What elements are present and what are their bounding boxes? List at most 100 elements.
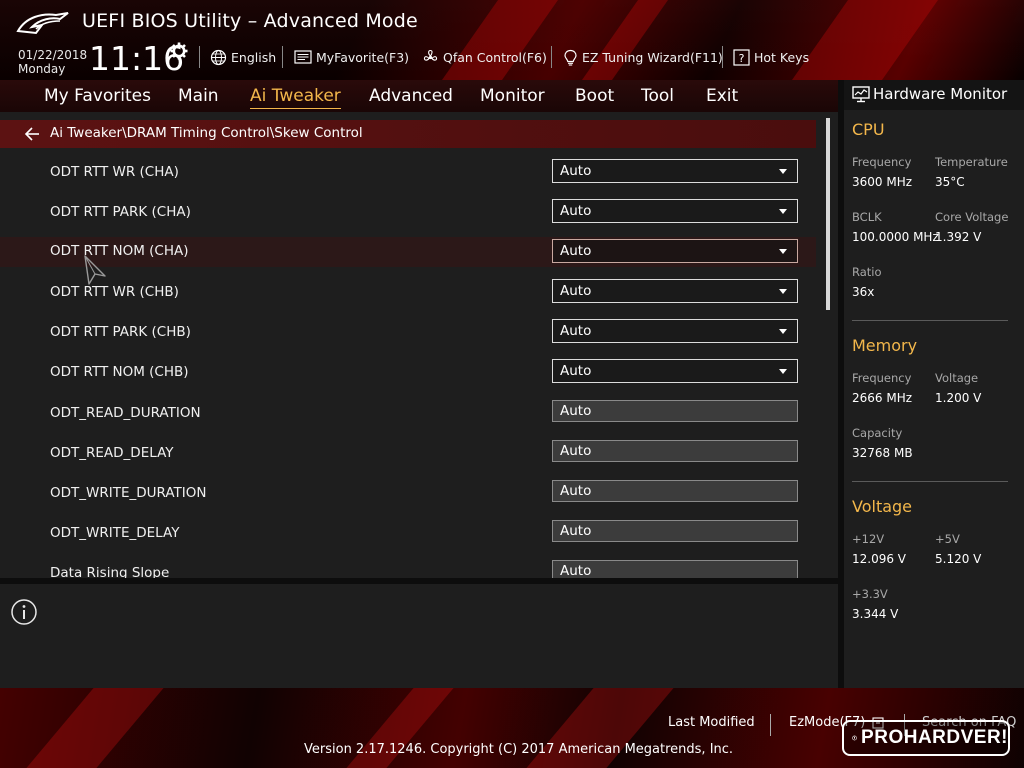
power-logo-icon (852, 735, 857, 741)
cpu-temperature-value: 35°C (935, 175, 965, 189)
setting-label: ODT_WRITE_DURATION (50, 485, 207, 501)
monitor-icon (852, 86, 870, 103)
hot-keys-label: Hot Keys (754, 49, 810, 65)
memory-frequency-label: Frequency (852, 371, 912, 385)
setting-label: ODT_WRITE_DELAY (50, 525, 180, 541)
core-voltage-label: Core Voltage (935, 210, 1009, 224)
setting-row-odt-read-duration[interactable]: ODT_READ_DURATION Auto (0, 399, 816, 429)
globe-icon (210, 49, 227, 65)
ez-tuning-wizard-button[interactable]: EZ Tuning Wizard(F11) (563, 48, 723, 66)
input-value: Auto (560, 523, 592, 539)
setting-label: ODT RTT WR (CHB) (50, 284, 179, 300)
header-separator (282, 46, 283, 68)
setting-input[interactable]: Auto (552, 520, 798, 542)
header-separator (551, 46, 552, 68)
setting-label: ODT_READ_DELAY (50, 445, 174, 461)
input-value: Auto (560, 563, 592, 578)
setting-row-odt-rtt-wr-cha[interactable]: ODT RTT WR (CHA) Auto (0, 158, 816, 188)
tab-my-favorites[interactable]: My Favorites (44, 85, 151, 109)
setting-label: ODT RTT NOM (CHB) (50, 364, 189, 380)
chevron-down-icon (779, 169, 787, 174)
ratio-label: Ratio (852, 265, 882, 279)
setting-dropdown[interactable]: Auto (552, 159, 798, 183)
fan-icon (423, 49, 438, 61)
setting-label: ODT RTT PARK (CHB) (50, 324, 191, 340)
section-divider (852, 320, 1008, 321)
setting-row-odt-rtt-park-chb[interactable]: ODT RTT PARK (CHB) Auto (0, 318, 816, 348)
section-divider (852, 481, 1008, 482)
decor-stripe (434, 0, 566, 80)
myfavorite-label: MyFavorite(F3) (316, 49, 410, 65)
cpu-frequency-value: 3600 MHz (852, 175, 913, 189)
qfan-control-button[interactable]: Qfan Control(F6) (422, 48, 547, 66)
back-arrow-icon[interactable] (24, 127, 40, 141)
setting-row-odt-rtt-nom-cha[interactable]: ODT RTT NOM (CHA) Auto (0, 237, 816, 267)
settings-panel: Ai Tweaker\DRAM Timing Control\Skew Cont… (0, 112, 838, 578)
bclk-label: BCLK (852, 210, 882, 224)
setting-dropdown[interactable]: Auto (552, 319, 798, 343)
ratio-value: 36x (852, 285, 875, 299)
setting-label: ODT RTT PARK (CHA) (50, 204, 191, 220)
setting-row-odt-write-delay[interactable]: ODT_WRITE_DELAY Auto (0, 519, 816, 549)
language-button[interactable]: English (210, 48, 276, 66)
v12-label: +12V (852, 532, 885, 546)
hardware-monitor-panel: Hardware Monitor CPU Frequency 3600 MHz … (844, 80, 1024, 688)
tab-exit[interactable]: Exit (706, 85, 738, 109)
v5-value: 5.120 V (935, 552, 982, 566)
setting-label: Data Rising Slope (50, 565, 170, 578)
setting-dropdown[interactable]: Auto (552, 199, 798, 223)
input-value: Auto (560, 403, 592, 419)
memory-voltage-value: 1.200 V (935, 391, 982, 405)
hot-keys-button[interactable]: ? Hot Keys (733, 48, 809, 66)
setting-dropdown[interactable]: Auto (552, 279, 798, 303)
setting-row-data-rising-slope[interactable]: Data Rising Slope Auto (0, 559, 816, 578)
voltage-section-title: Voltage (852, 497, 913, 516)
decor-stripe (574, 0, 676, 80)
bclk-value: 100.0000 MHz (852, 230, 939, 244)
cpu-frequency-label: Frequency (852, 155, 912, 169)
chevron-down-icon (779, 369, 787, 374)
input-value: Auto (560, 483, 592, 499)
setting-row-odt-rtt-park-cha[interactable]: ODT RTT PARK (CHA) Auto (0, 198, 816, 228)
dropdown-value: Auto (560, 163, 592, 179)
setting-row-odt-rtt-nom-chb[interactable]: ODT RTT NOM (CHB) Auto (0, 358, 816, 388)
tab-tool[interactable]: Tool (641, 85, 674, 109)
setting-input[interactable]: Auto (552, 560, 798, 578)
cpu-temperature-label: Temperature (935, 155, 1008, 169)
app-title: UEFI BIOS Utility – Advanced Mode (82, 10, 418, 32)
tab-monitor[interactable]: Monitor (480, 85, 545, 109)
tab-ai-tweaker[interactable]: Ai Tweaker (250, 85, 341, 109)
v5-label: +5V (935, 532, 960, 546)
v33-value: 3.344 V (852, 607, 899, 621)
decor-stripe (18, 688, 172, 768)
setting-row-odt-read-delay[interactable]: ODT_READ_DELAY Auto (0, 439, 816, 469)
setting-row-odt-rtt-wr-chb[interactable]: ODT RTT WR (CHB) Auto (0, 278, 816, 308)
setting-input[interactable]: Auto (552, 480, 798, 502)
mouse-cursor-icon (84, 255, 106, 285)
setting-input[interactable]: Auto (552, 440, 798, 462)
setting-label: ODT_READ_DURATION (50, 405, 201, 421)
myfavorite-button[interactable]: MyFavorite(F3) (294, 48, 409, 66)
last-modified-button[interactable]: Last Modified (668, 715, 755, 730)
tab-main[interactable]: Main (178, 85, 219, 109)
header-separator (199, 46, 200, 68)
dropdown-value: Auto (560, 283, 592, 299)
chevron-down-icon (779, 209, 787, 214)
info-icon (11, 599, 37, 625)
setting-input[interactable]: Auto (552, 400, 798, 422)
scrollbar-thumb[interactable] (826, 118, 830, 310)
tab-advanced[interactable]: Advanced (369, 85, 453, 109)
hardware-monitor-title: Hardware Monitor (873, 85, 1008, 103)
setting-row-odt-write-duration[interactable]: ODT_WRITE_DURATION Auto (0, 479, 816, 509)
main-menu-bar: My Favorites Main Ai Tweaker Advanced Mo… (0, 80, 838, 112)
header-separator (722, 46, 723, 68)
setting-dropdown[interactable]: Auto (552, 359, 798, 383)
chevron-down-icon (779, 289, 787, 294)
tab-boot[interactable]: Boot (575, 85, 614, 109)
watermark-text: PROHARDVER! (861, 727, 1008, 748)
gear-icon[interactable] (170, 42, 188, 60)
v33-label: +3.3V (852, 587, 888, 601)
chevron-down-icon (779, 249, 787, 254)
setting-dropdown[interactable]: Auto (552, 239, 798, 263)
dropdown-value: Auto (560, 363, 592, 379)
